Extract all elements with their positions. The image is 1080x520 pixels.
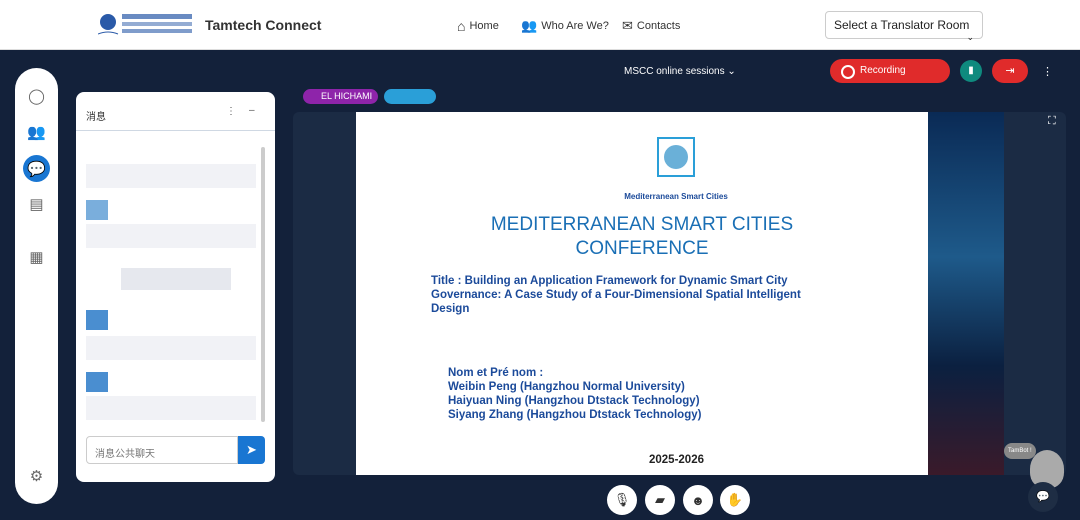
participants-icon[interactable]: 👥	[23, 118, 50, 145]
bot-bubble: TamBot !	[1004, 443, 1036, 459]
raise-hand-button[interactable]: ✋	[720, 485, 750, 515]
reaction-button[interactable]: ☻	[683, 485, 713, 515]
avatar	[86, 200, 108, 220]
mic-off-icon: 🎙	[613, 492, 631, 507]
conference-logo-caption: Mediterranean Smart Cities	[624, 192, 728, 201]
recording-button[interactable]: Recording	[830, 59, 950, 83]
apps-icon[interactable]: ▦	[23, 243, 50, 270]
envelope-icon: ✉	[622, 18, 633, 33]
bot-chat-button[interactable]: 💬	[1028, 482, 1058, 512]
notes-icon[interactable]: ▤	[23, 190, 50, 217]
avatar	[86, 372, 108, 392]
chat-message	[86, 224, 256, 248]
camera-off-icon: ▰	[655, 492, 665, 507]
conference-logo	[657, 137, 695, 177]
slide-year: 2025-2026	[649, 454, 704, 466]
send-icon: ➤	[246, 442, 257, 457]
slide-title: CONFERENCE	[575, 238, 709, 259]
profile-icon[interactable]: ◯	[23, 82, 50, 109]
settings-icon[interactable]: ⚙	[23, 462, 50, 489]
session-selector[interactable]: MSCC online sessions ⌄	[624, 66, 736, 77]
talk-title: Title : Building an Application Framewor…	[431, 275, 801, 315]
avatar	[86, 310, 108, 330]
nav-home[interactable]: ⌂ Home	[457, 18, 499, 34]
city-image	[928, 112, 1004, 475]
chevron-down-icon: ⌄	[727, 66, 736, 77]
mic-button[interactable]: 🎙	[607, 485, 637, 515]
top-bar: Tamtech Connect ⌂ Home 👥 Who Are We? ✉ Cont…	[0, 0, 1080, 50]
divider	[76, 130, 275, 131]
chat-message	[121, 268, 231, 290]
sidebar: ◯ 👥 💬 ▤ ▦ ⚙	[15, 68, 58, 504]
more-options-icon[interactable]: ⋮	[1042, 65, 1053, 78]
exit-icon: ⇥	[1005, 65, 1015, 77]
chat-message	[86, 164, 256, 188]
chat-panel: 消息 ⋮ – 消息公共聊天 ➤	[76, 92, 275, 482]
nav-contacts[interactable]: ✉ Contacts	[622, 18, 680, 34]
chat-message	[86, 336, 256, 360]
fullscreen-icon[interactable]: ⛶	[1048, 115, 1056, 128]
send-button[interactable]: ➤	[238, 436, 265, 464]
leave-button[interactable]: ⇥	[992, 59, 1028, 83]
chat-icon[interactable]: 💬	[23, 155, 50, 182]
more-icon[interactable]: ⋮	[226, 106, 236, 117]
app-title: Tamtech Connect	[205, 17, 322, 33]
authors: Nom et Pré nom : Weibin Peng (Hangzhou No…	[448, 367, 702, 421]
minimize-icon[interactable]: –	[249, 105, 255, 116]
university-logo	[98, 14, 192, 35]
home-icon: ⌂	[457, 18, 466, 34]
participant-pill	[384, 89, 436, 104]
chevron-down-icon: ⌄	[966, 32, 974, 42]
presentation-slide: Mediterranean Smart Cities MEDITERRANEAN…	[356, 112, 928, 475]
users-icon: 👥	[521, 18, 538, 33]
chat-title: 消息	[86, 112, 106, 123]
translator-room-select[interactable]: Select a Translator Room ⌄	[825, 11, 983, 42]
slide-title: MEDITERRANEAN SMART CITIES	[490, 214, 794, 235]
scrollbar[interactable]	[261, 147, 265, 422]
connection-icon[interactable]: ▮	[960, 60, 982, 82]
chat-message	[86, 396, 256, 420]
hand-icon: ✋	[726, 492, 744, 507]
nav-who-are-we[interactable]: 👥 Who Are We?	[521, 18, 609, 34]
chat-input[interactable]: 消息公共聊天	[86, 436, 238, 464]
emoji-icon: ☻	[691, 492, 705, 508]
camera-button[interactable]: ▰	[645, 485, 675, 515]
participant-pill: EL HICHAMI	[303, 89, 379, 104]
